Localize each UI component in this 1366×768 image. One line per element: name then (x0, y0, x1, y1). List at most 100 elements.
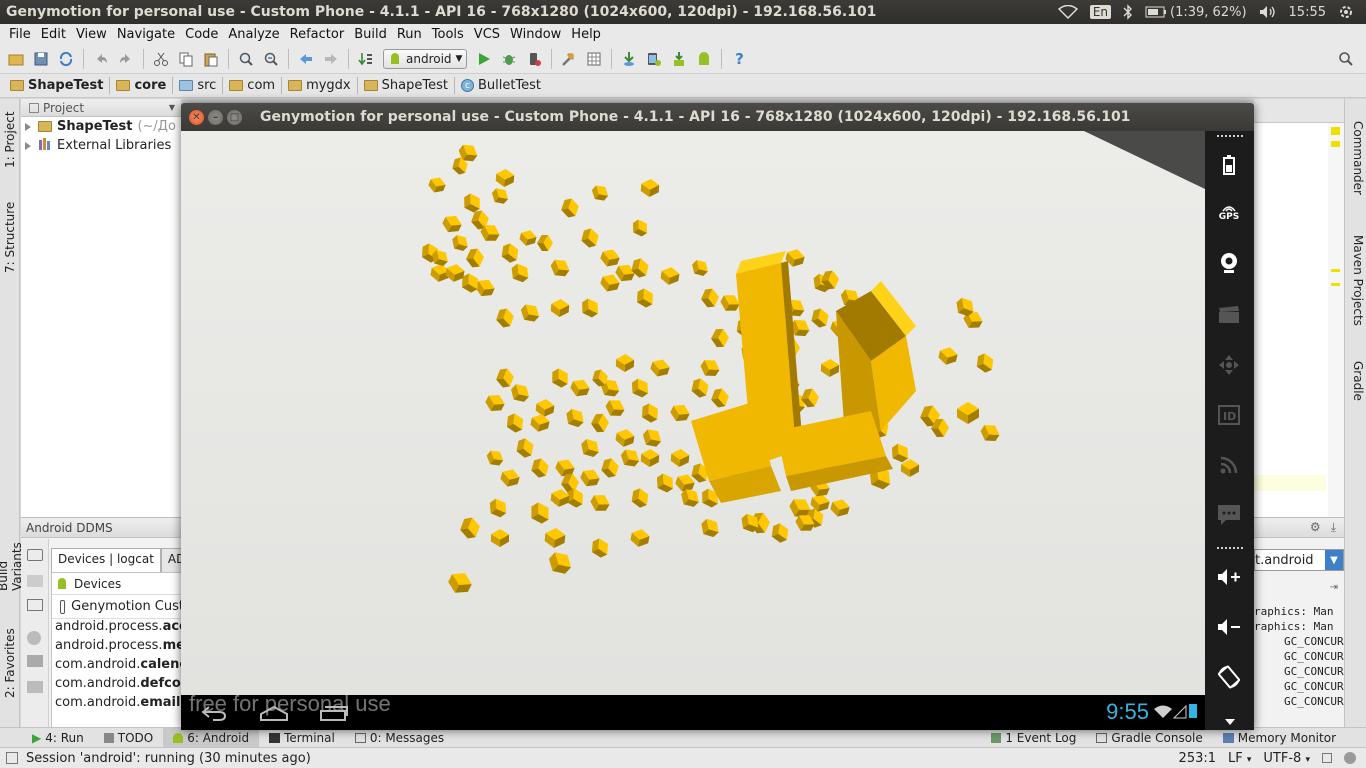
tab-memory-monitor[interactable]: Memory Monitor (1213, 728, 1346, 748)
tab-maven-projects[interactable]: Maven Projects (1347, 235, 1365, 330)
capture-icon[interactable] (1217, 303, 1241, 327)
expand-arrow-icon[interactable] (25, 122, 31, 131)
game-scene[interactable] (181, 131, 1205, 695)
save-icon[interactable] (29, 47, 53, 71)
warning-marker[interactable] (1331, 127, 1340, 135)
rotate-icon[interactable] (1217, 665, 1241, 689)
project-panel-header[interactable]: Project ▼ (21, 99, 181, 117)
menu-help[interactable]: Help (566, 27, 606, 42)
menu-window[interactable]: Window (505, 27, 566, 42)
tab-commander[interactable]: Commander (1347, 121, 1365, 201)
genymotion-title-bar[interactable]: ✕ – □ Genymotion for personal use - Cust… (181, 103, 1254, 131)
menu-vcs[interactable]: VCS (469, 27, 505, 42)
sms-icon[interactable] (1217, 503, 1241, 527)
system-clock[interactable]: 15:55 (1289, 5, 1326, 20)
tab-build-variants[interactable]: Build Variants (0, 511, 24, 591)
camera-icon[interactable] (27, 681, 43, 693)
attach-debugger-icon[interactable] (522, 47, 546, 71)
maximize-window-button[interactable]: □ (227, 109, 242, 125)
warning-marker[interactable] (1331, 283, 1340, 286)
chevron-down-icon[interactable]: ▼ (1325, 550, 1343, 570)
breadcrumb-item[interactable]: core (112, 77, 174, 94)
debug-icon[interactable] (497, 47, 521, 71)
warning-marker[interactable] (1331, 141, 1340, 147)
replace-icon[interactable] (259, 47, 283, 71)
tab-gradle[interactable]: Gradle (1347, 361, 1365, 411)
tab-messages[interactable]: 0: Messages (345, 728, 454, 748)
process-row[interactable]: android.process.aco (52, 619, 184, 638)
menu-build[interactable]: Build (349, 27, 392, 42)
power-gear-icon[interactable] (1338, 4, 1354, 20)
recent-apps-icon[interactable] (319, 705, 349, 725)
tab-favorites[interactable]: 2: Favorites (1, 627, 19, 699)
breadcrumb-item[interactable]: com (225, 77, 283, 94)
find-icon[interactable] (234, 47, 258, 71)
device-selector[interactable]: Genymotion Cust (52, 595, 184, 619)
restart-icon[interactable] (27, 655, 43, 667)
sync-icon[interactable] (54, 47, 78, 71)
search-everywhere-icon[interactable] (1334, 47, 1358, 71)
battery-icon[interactable] (1217, 153, 1241, 177)
tab-devices-logcat[interactable]: Devices | logcat (51, 548, 161, 572)
run-icon[interactable] (472, 47, 496, 71)
screen-capture-icon[interactable] (27, 549, 43, 561)
menu-navigate[interactable]: Navigate (112, 27, 180, 42)
tab-run[interactable]: ▶ 4: Run (22, 728, 94, 748)
menu-tools[interactable]: Tools (427, 27, 469, 42)
forward-icon[interactable] (319, 47, 343, 71)
settings-grid-icon[interactable] (582, 47, 606, 71)
close-window-button[interactable]: ✕ (189, 109, 204, 125)
dump-view-icon[interactable] (27, 599, 43, 611)
gradle-sync-icon[interactable] (617, 47, 641, 71)
back-icon[interactable] (201, 705, 227, 725)
device-id-icon[interactable]: ID (1217, 403, 1241, 427)
tab-gradle-console[interactable]: Gradle Console (1086, 728, 1212, 748)
process-row[interactable]: com.android.email (52, 695, 184, 714)
back-icon[interactable] (294, 47, 318, 71)
terminate-icon[interactable] (27, 631, 41, 645)
android-device-monitor-icon[interactable] (692, 47, 716, 71)
volume-icon[interactable] (1259, 5, 1277, 19)
run-configuration-selector[interactable]: android ▼ (383, 48, 468, 69)
breadcrumb-item[interactable]: src (175, 77, 224, 94)
home-icon[interactable] (259, 705, 289, 725)
tab-terminal[interactable]: Terminal (259, 728, 345, 748)
caret-position[interactable]: 253:1 (1179, 751, 1216, 766)
code-editor-fragment[interactable] (1254, 99, 1344, 518)
bluetooth-icon[interactable] (1123, 4, 1133, 20)
network-icon[interactable] (1217, 453, 1241, 477)
copy-icon[interactable] (174, 47, 198, 71)
expand-arrow-icon[interactable] (25, 141, 31, 150)
menu-analyze[interactable]: Analyze (223, 27, 284, 42)
tab-project[interactable]: 1: Project (1, 105, 19, 175)
tab-structure[interactable]: 7: Structure (1, 197, 19, 277)
volume-down-icon[interactable] (1217, 615, 1241, 639)
wifi-icon[interactable] (1057, 5, 1078, 19)
tree-item-external-libraries[interactable]: External Libraries (21, 136, 181, 155)
system-info-icon[interactable] (27, 575, 43, 587)
tab-event-log[interactable]: 1 Event Log (981, 728, 1086, 748)
dpad-icon[interactable] (1217, 353, 1241, 377)
keyboard-layout-indicator[interactable]: En (1089, 5, 1112, 19)
undo-icon[interactable] (89, 47, 113, 71)
warning-marker[interactable] (1331, 269, 1340, 272)
file-encoding[interactable]: UTF-8 ▾ (1263, 751, 1310, 766)
volume-up-icon[interactable] (1217, 565, 1241, 589)
toggle-tool-buttons-icon[interactable] (6, 752, 18, 764)
minimize-window-button[interactable]: – (208, 109, 223, 125)
process-row[interactable]: com.android.defcon (52, 676, 184, 695)
breadcrumb-item[interactable]: ShapeTest (360, 77, 455, 94)
paste-icon[interactable] (199, 47, 223, 71)
sdk-manager-icon[interactable] (667, 47, 691, 71)
lock-icon[interactable] (1322, 753, 1332, 763)
project-structure-icon[interactable] (557, 47, 581, 71)
gps-icon[interactable]: GPS (1217, 201, 1241, 225)
menu-code[interactable]: Code (180, 27, 223, 42)
tab-todo[interactable]: TODO (94, 728, 163, 748)
open-folder-icon[interactable] (4, 47, 28, 71)
battery-indicator[interactable]: (1:39, 62%) (1145, 5, 1247, 20)
menu-file[interactable]: File (4, 27, 36, 42)
webcam-icon[interactable] (1217, 251, 1241, 275)
cut-icon[interactable] (149, 47, 173, 71)
inspector-icon[interactable] (1344, 752, 1356, 764)
